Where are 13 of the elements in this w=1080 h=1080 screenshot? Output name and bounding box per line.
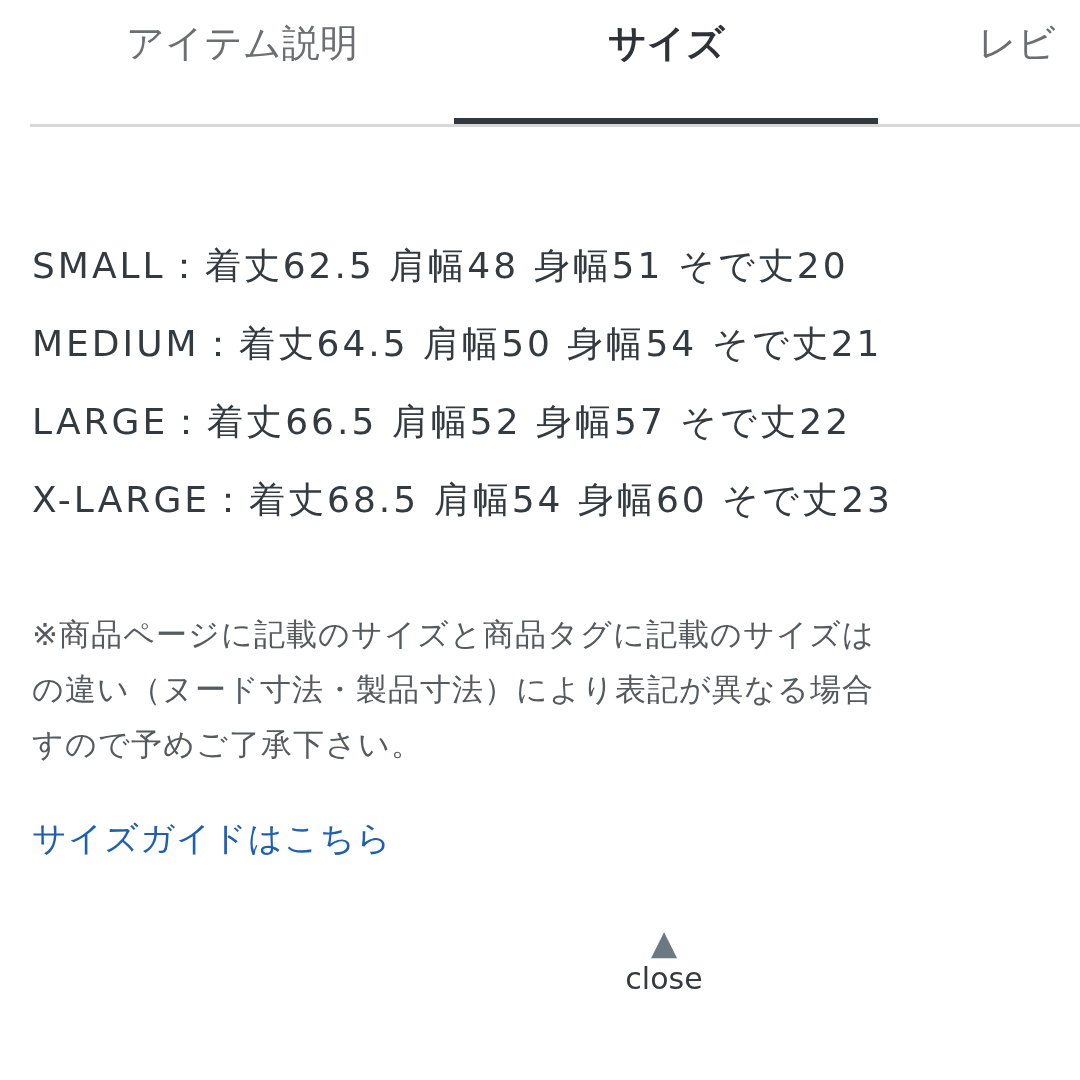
note-text: の違い（ヌード寸法・製品寸法）により表記が異なる場合 xyxy=(32,670,875,709)
size-spec-text: SMALL：着丈62.5 肩幅48 身幅51 そで丈20 xyxy=(32,244,850,288)
close-button[interactable]: close xyxy=(625,962,703,996)
tab[interactable]: レビ xyxy=(878,0,1080,124)
tab[interactable]: アイテム説明 xyxy=(30,0,454,124)
size-spec-text: LARGE：着丈66.5 肩幅52 身幅57 そで丈22 xyxy=(32,400,853,444)
size-guide-link[interactable]: サイズガイドはこちら xyxy=(32,816,392,862)
tab[interactable]: サイズ xyxy=(454,0,878,124)
note-text: ※商品ページに記載のサイズと商品タグに記載のサイズは xyxy=(32,615,876,654)
size-spec-text: MEDIUM：着丈64.5 肩幅50 身幅54 そで丈21 xyxy=(32,322,884,366)
triangle-up-icon[interactable]: ▲ xyxy=(650,922,678,962)
note-text: すので予めご了承下さい。 xyxy=(32,725,424,764)
size-spec-text: X-LARGE：着丈68.5 肩幅54 身幅60 そで丈23 xyxy=(32,478,894,522)
